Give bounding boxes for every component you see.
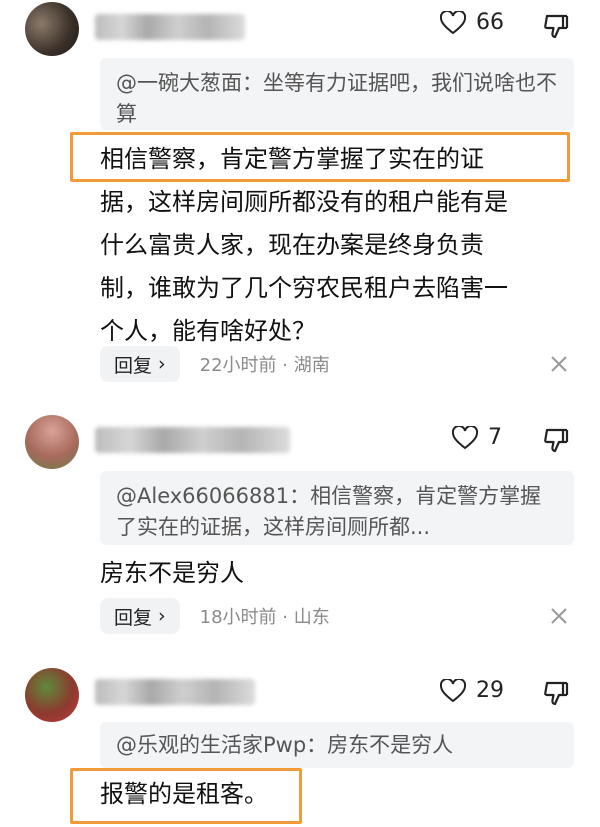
like-count: 66 [476, 10, 504, 35]
body-line: 制，谁敢为了几个穷农民租户去陷害一 [100, 274, 508, 302]
reply-label: 回复 [114, 354, 153, 377]
comment-body: 相信警察，肯定警方掌握了实在的证 据，这样房间厕所都没有的租户能有是 什么富贵人… [100, 138, 574, 353]
comment-body: 房东不是穷人 [100, 552, 574, 595]
like-button[interactable]: 66 [440, 10, 504, 35]
timestamp: 22小时前 · 湖南 [199, 355, 330, 376]
quoted-reply[interactable]: @一碗大葱面：坐等有力证据吧，我们说啥也不算 [100, 58, 574, 130]
chevron-right-icon: › [158, 353, 166, 375]
quoted-reply[interactable]: @Alex66066881：相信警察，肯定警方掌握了实在的证据，这样房间厕所都.… [100, 471, 574, 545]
comment-meta: 回复 › 22小时前 · 湖南 [100, 346, 330, 382]
thumb-down-icon[interactable] [542, 12, 570, 40]
heart-outline-icon [440, 678, 466, 702]
comment-meta: 回复 › 18小时前 · 山东 [100, 598, 330, 634]
like-count: 29 [476, 678, 504, 703]
close-icon[interactable] [550, 355, 568, 373]
reply-label: 回复 [114, 606, 153, 629]
username-blurred[interactable] [95, 679, 255, 705]
username-blurred[interactable] [95, 427, 290, 453]
body-line: 报警的是租客。 [100, 780, 268, 808]
body-line: 据，这样房间厕所都没有的租户能有是 [100, 188, 508, 216]
thumb-down-icon[interactable] [542, 426, 570, 454]
heart-outline-icon [440, 10, 466, 34]
like-button[interactable]: 7 [452, 425, 502, 450]
body-line: 什么富贵人家，现在办案是终身负责 [100, 231, 484, 259]
timestamp: 18小时前 · 山东 [199, 607, 330, 628]
comment-body: 报警的是租客。 [100, 773, 574, 816]
like-button[interactable]: 29 [440, 678, 504, 703]
reply-button[interactable]: 回复 › [100, 598, 180, 634]
username-blurred[interactable] [95, 14, 245, 40]
reply-button[interactable]: 回复 › [100, 346, 180, 382]
like-count: 7 [488, 425, 502, 450]
heart-outline-icon [452, 425, 478, 449]
quote-text: @一碗大葱面：坐等有力证据吧，我们说啥也不算 [116, 71, 557, 126]
chevron-right-icon: › [158, 605, 166, 627]
quote-text: @乐观的生活家Pwp：房东不是穷人 [116, 733, 454, 757]
body-line: 房东不是穷人 [100, 559, 244, 587]
quote-text: @Alex66066881：相信警察，肯定警方掌握了实在的证据，这样房间厕所都.… [116, 484, 542, 539]
thumb-down-icon[interactable] [542, 679, 570, 707]
close-icon[interactable] [550, 607, 568, 625]
avatar[interactable] [25, 415, 79, 469]
avatar[interactable] [25, 668, 79, 722]
body-line: 相信警察，肯定警方掌握了实在的证 [100, 145, 484, 173]
avatar[interactable] [25, 2, 79, 56]
quoted-reply[interactable]: @乐观的生活家Pwp：房东不是穷人 [100, 722, 574, 768]
